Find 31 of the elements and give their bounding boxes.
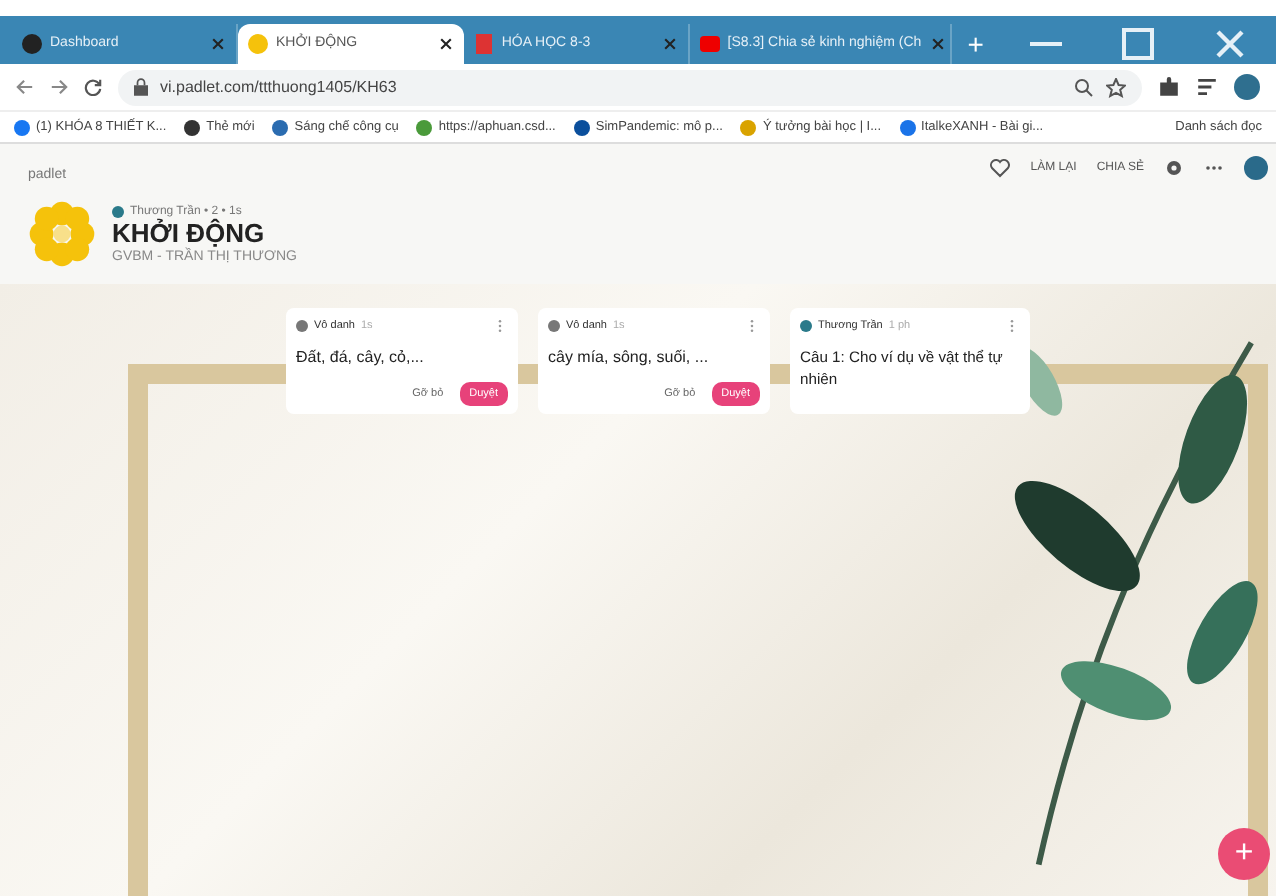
author-avatar <box>296 320 308 332</box>
bookmark-favicon-icon <box>573 119 590 135</box>
bookmark-favicon-icon <box>740 119 757 135</box>
close-icon[interactable] <box>437 36 454 52</box>
heart-icon[interactable] <box>990 158 1011 178</box>
menu-icon[interactable] <box>1196 76 1218 98</box>
author-avatar <box>548 320 560 332</box>
profile-avatar[interactable] <box>1234 74 1260 100</box>
bookmark-favicon-icon <box>416 119 433 135</box>
bookmark-favicon-icon <box>899 119 916 135</box>
zoom-icon[interactable] <box>1074 77 1094 97</box>
bookmark-favicon-icon <box>272 119 289 135</box>
star-icon[interactable] <box>1106 77 1126 97</box>
post-text: cây mía, sông, suối, ... <box>548 346 711 370</box>
reload-icon[interactable] <box>84 78 102 96</box>
post-text: Đất, đá, cây, cỏ,... <box>296 346 426 370</box>
forward-icon[interactable] <box>50 78 68 96</box>
add-post-button[interactable]: + <box>1218 828 1270 880</box>
padlet-title: KHỞI ĐỘNG <box>112 217 267 247</box>
document-icon <box>473 34 494 54</box>
video-icon <box>699 34 720 54</box>
back-icon[interactable] <box>16 78 34 96</box>
bookmark-favicon-icon <box>14 119 30 135</box>
bookmark-favicon-icon <box>184 119 201 135</box>
author-avatar <box>112 205 124 217</box>
author-avatar <box>800 320 812 332</box>
new-tab-button[interactable]: + <box>951 24 1000 64</box>
user-avatar[interactable] <box>1244 156 1268 180</box>
url-text: vi.padlet.com/ttthuong1405/KH63 <box>160 78 399 96</box>
lock-icon <box>134 78 148 96</box>
address-bar[interactable]: vi.padlet.com/ttthuong1405/KH63 <box>118 69 1142 105</box>
